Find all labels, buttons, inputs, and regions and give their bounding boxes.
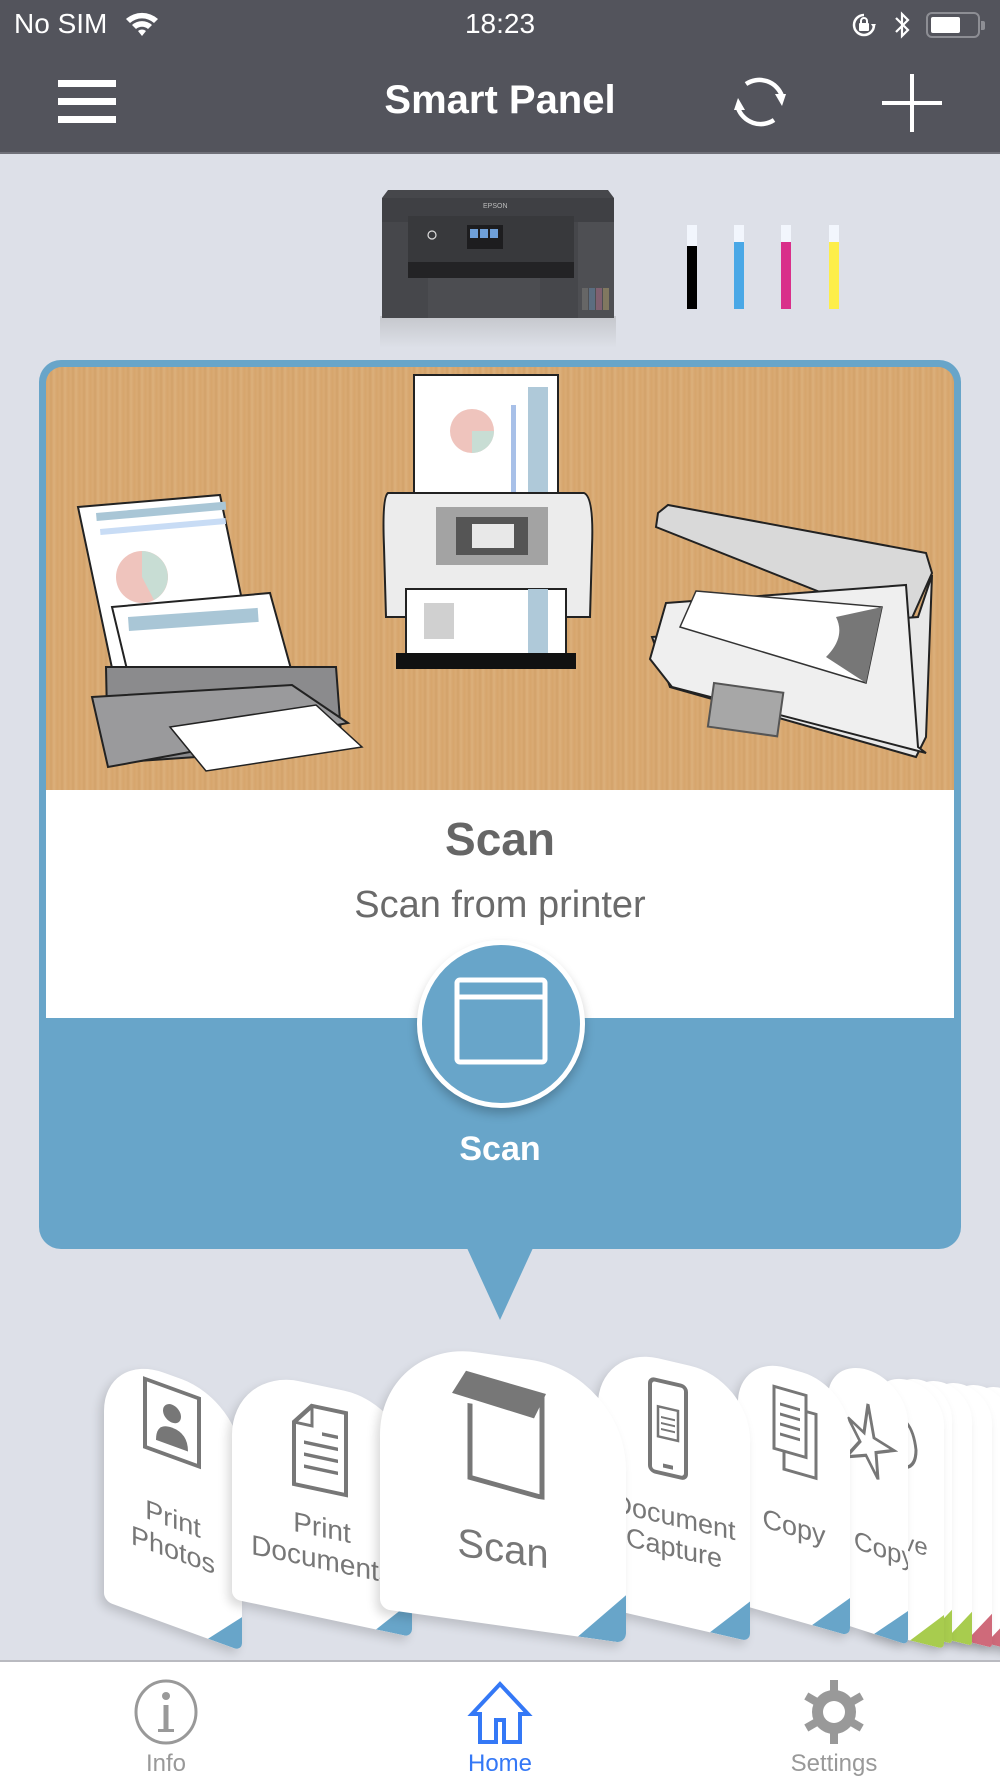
sheetfed-scanner-graphic [76,493,364,772]
card-print-photos[interactable]: Print Photos [104,1350,242,1652]
card-label: Copy [762,1502,826,1552]
card-copy[interactable]: Copy [738,1353,850,1637]
plus-icon[interactable] [880,70,944,134]
feature-title: Scan [445,813,555,865]
adf-scanner-graphic [382,374,594,669]
hamburger-menu-icon[interactable] [58,80,116,124]
card-label: Print Photos [130,1493,216,1581]
tab-settings[interactable]: Settings [734,1662,934,1778]
document-icon [292,1403,348,1498]
tab-label: Info [145,1750,187,1777]
tab-label: Settings [790,1750,878,1777]
tab-info[interactable]: Info [66,1662,266,1778]
card-label: Scan [457,1520,549,1578]
ink-level-yellow [829,225,839,309]
copy-icon [772,1384,818,1481]
rotation-lock-icon [852,13,876,37]
battery-fill [931,17,960,33]
feature-panel: Scan Scan from printer Scan [39,360,961,1249]
home-icon [467,1681,533,1744]
feature-subtitle: Scan from printer [354,884,646,926]
scan-illustration [46,367,954,790]
info-icon [134,1679,198,1745]
tab-bar: Info Home Settings [0,1660,1000,1778]
scanner-icon [454,977,548,1065]
page-title: Smart Panel [384,78,616,122]
scan-button-label: Scan [459,1130,541,1168]
card-scan[interactable]: Scan [380,1338,626,1644]
ink-level-cyan [734,225,744,309]
brand-label: EPSON [483,203,508,210]
status-bar: No SIM 18:23 [0,0,1000,50]
tab-label: Home [467,1750,533,1777]
photo-person-icon [143,1376,201,1470]
panel-pointer [467,1248,533,1320]
ink-level-magenta [781,225,791,309]
battery-icon [926,12,985,38]
printer-image[interactable]: EPSON [378,188,622,348]
navigation-bar: Smart Panel [0,50,1000,154]
tablet-document-icon [648,1377,688,1480]
scanner-icon [452,1370,546,1501]
function-carousel[interactable]: CreativePrint Preset Copy Copy DocumentC… [0,1338,1000,1660]
flatbed-scanner-graphic [648,503,934,759]
scanner-illustration [76,374,934,772]
gear-icon [804,1680,864,1744]
refresh-icon[interactable] [728,70,792,134]
bluetooth-icon [895,11,910,39]
scan-button[interactable] [417,940,585,1108]
ink-level-black [687,225,697,309]
tab-home[interactable]: Home [400,1662,600,1778]
